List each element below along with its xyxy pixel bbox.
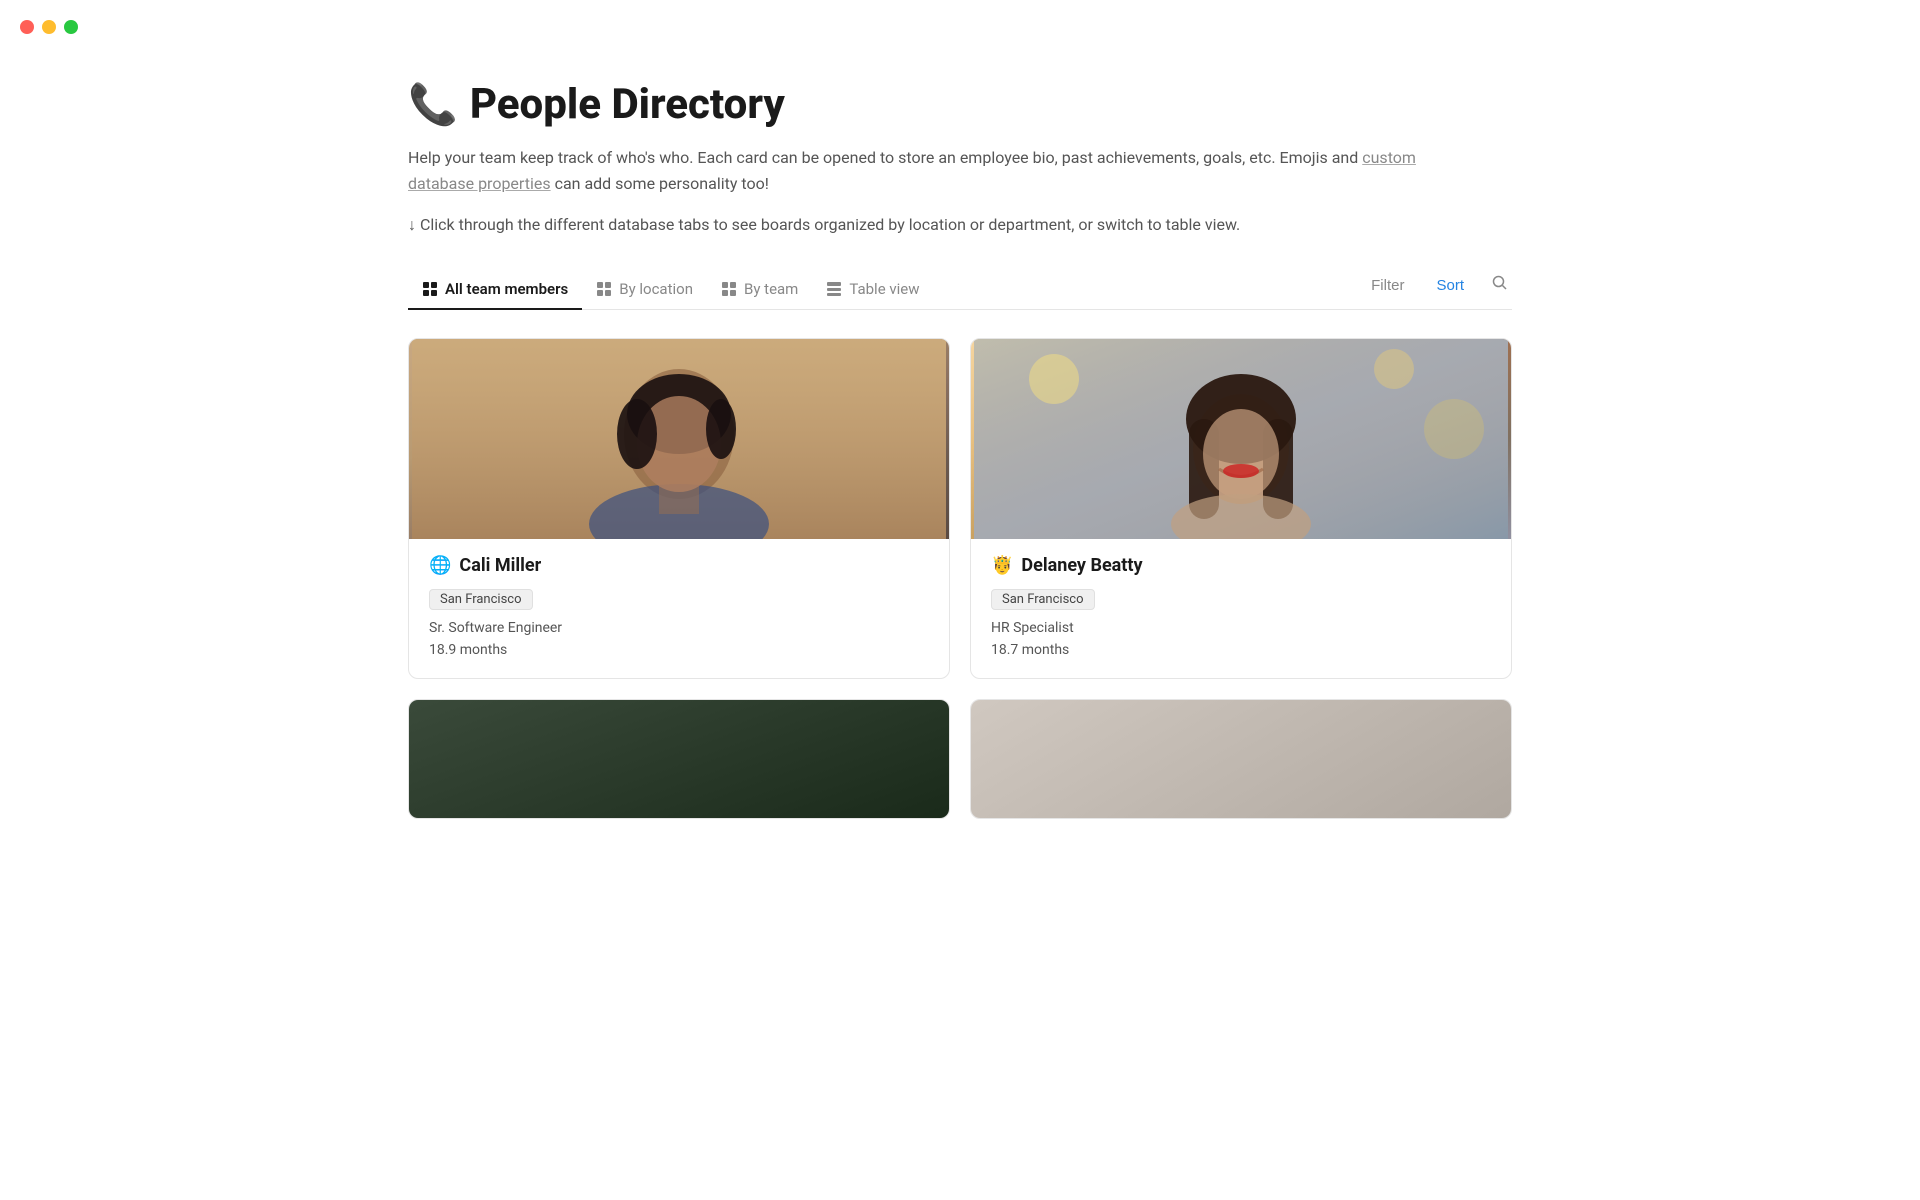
photo-svg-cali xyxy=(409,339,949,539)
minimize-button[interactable] xyxy=(42,20,56,34)
page-header: 📞 People Directory Help your team keep t… xyxy=(408,80,1512,238)
cards-grid: 🌐 Cali Miller San Francisco Sr. Software… xyxy=(408,338,1512,679)
search-button[interactable] xyxy=(1488,271,1512,300)
partial-photo-left xyxy=(409,700,949,818)
sort-button[interactable]: Sort xyxy=(1428,273,1472,298)
tab-label: By team xyxy=(744,280,798,298)
partial-card-right[interactable] xyxy=(970,699,1512,819)
location-badge-cali: San Francisco xyxy=(429,589,533,610)
tabs-toolbar: Filter Sort xyxy=(1363,271,1512,308)
title-emoji: 📞 xyxy=(408,81,458,128)
filter-button[interactable]: Filter xyxy=(1363,273,1412,298)
photo-svg-delaney xyxy=(971,339,1511,539)
person-name-text-delaney: Delaney Beatty xyxy=(1021,555,1142,576)
grid-icon xyxy=(721,281,737,297)
card-body-delaney: 🤴 Delaney Beatty San Francisco HR Specia… xyxy=(971,539,1511,678)
tab-label: Table view xyxy=(849,280,919,298)
grid-icon xyxy=(422,281,438,297)
tab-label: All team members xyxy=(445,280,568,298)
window-controls xyxy=(20,20,78,34)
tabs-list: All team members By location xyxy=(408,270,1363,309)
maximize-button[interactable] xyxy=(64,20,78,34)
tabs-bar: All team members By location xyxy=(408,270,1512,310)
table-icon xyxy=(826,281,842,297)
person-name-text-cali: Cali Miller xyxy=(459,555,541,576)
tab-by-location[interactable]: By location xyxy=(582,270,707,310)
page-description: Help your team keep track of who's who. … xyxy=(408,145,1458,196)
description-text-2: can add some personality too! xyxy=(551,174,769,193)
person-emoji-delaney: 🤴 xyxy=(991,555,1013,576)
location-badge-delaney: San Francisco xyxy=(991,589,1095,610)
card-photo-delaney xyxy=(971,339,1511,539)
partial-card-left[interactable] xyxy=(408,699,950,819)
person-tenure-delaney: 18.7 months xyxy=(991,642,1491,658)
grid-icon xyxy=(596,281,612,297)
description-text-1: Help your team keep track of who's who. … xyxy=(408,148,1362,167)
close-button[interactable] xyxy=(20,20,34,34)
page-instruction: ↓ Click through the different database t… xyxy=(408,212,1458,238)
tab-all-team-members[interactable]: All team members xyxy=(408,270,582,310)
card-photo-cali xyxy=(409,339,949,539)
person-tenure-cali: 18.9 months xyxy=(429,642,929,658)
person-name-cali: 🌐 Cali Miller xyxy=(429,555,929,576)
person-name-delaney: 🤴 Delaney Beatty xyxy=(991,555,1491,576)
partial-photo-right xyxy=(971,700,1511,818)
main-content: 📞 People Directory Help your team keep t… xyxy=(260,0,1660,819)
partial-cards-row xyxy=(408,699,1512,819)
title-text: People Directory xyxy=(470,80,785,129)
search-icon xyxy=(1492,275,1508,291)
tab-table-view[interactable]: Table view xyxy=(812,270,933,310)
tab-by-team[interactable]: By team xyxy=(707,270,812,310)
tab-label: By location xyxy=(619,280,693,298)
person-role-cali: Sr. Software Engineer xyxy=(429,620,929,636)
card-body-cali: 🌐 Cali Miller San Francisco Sr. Software… xyxy=(409,539,949,678)
person-emoji-cali: 🌐 xyxy=(429,555,451,576)
page-title: 📞 People Directory xyxy=(408,80,1512,129)
person-card-cali-miller[interactable]: 🌐 Cali Miller San Francisco Sr. Software… xyxy=(408,338,950,679)
person-card-delaney-beatty[interactable]: 🤴 Delaney Beatty San Francisco HR Specia… xyxy=(970,338,1512,679)
person-role-delaney: HR Specialist xyxy=(991,620,1491,636)
